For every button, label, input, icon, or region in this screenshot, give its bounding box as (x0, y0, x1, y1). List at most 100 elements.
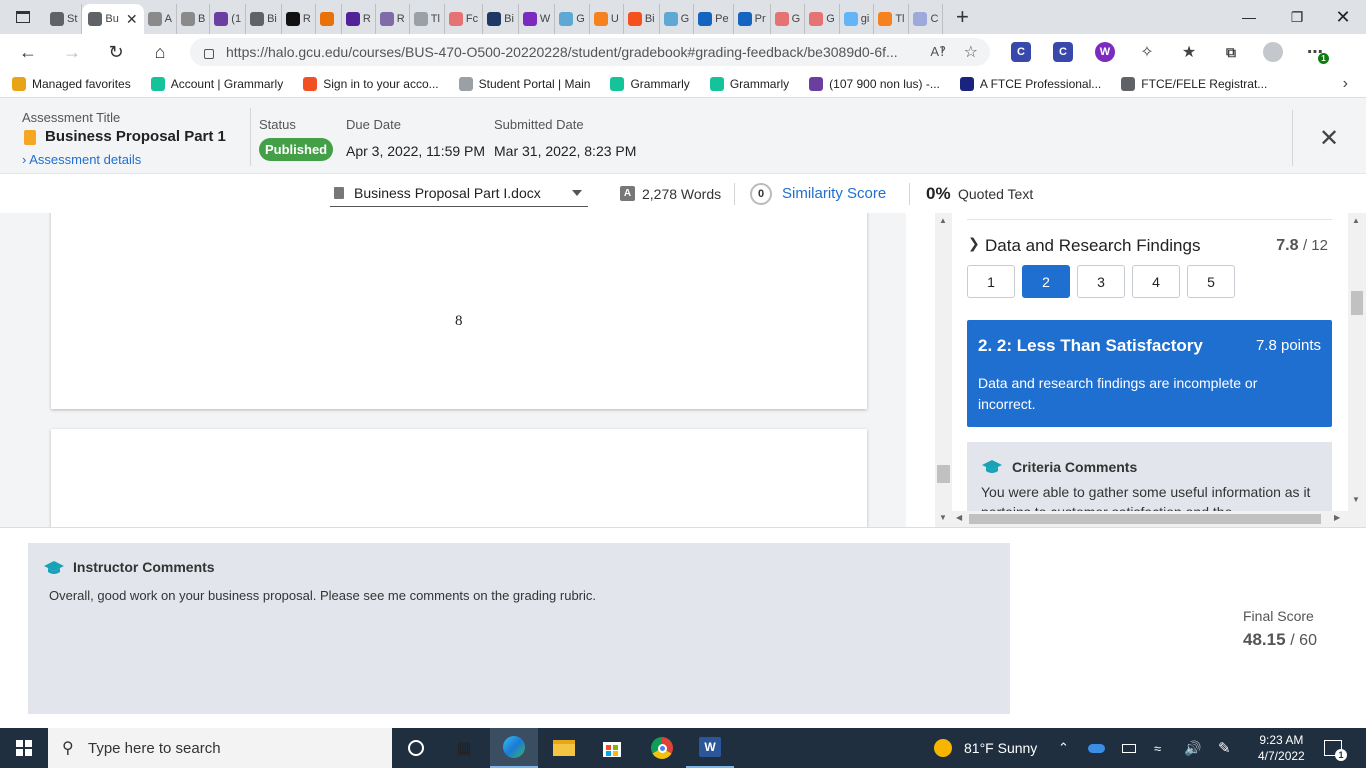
browser-tab[interactable]: G (555, 4, 590, 34)
windows-start-icon[interactable] (0, 728, 48, 768)
favorites-icon[interactable]: ★ (1179, 42, 1199, 62)
file-selector-dropdown[interactable]: Business Proposal Part I.docx (330, 180, 588, 207)
criterion-title[interactable]: Data and Research Findings (985, 236, 1200, 256)
chevron-right-icon[interactable]: ❯ (968, 235, 980, 252)
chrome-icon[interactable] (638, 728, 686, 768)
cortana-icon[interactable] (392, 728, 440, 768)
volume-icon[interactable]: 🔊 (1184, 728, 1201, 768)
restore-icon[interactable]: ❐ (1274, 0, 1320, 34)
scroll-thumb[interactable] (969, 514, 1321, 524)
document-scrollbar[interactable]: ▲ ▼ (935, 213, 952, 527)
bookmark-item[interactable]: A FTCE Professional... (959, 76, 1101, 91)
bookmarks-overflow-icon[interactable]: › (1343, 75, 1348, 93)
extension-c-icon[interactable]: C (1011, 42, 1031, 62)
taskbar-search-input[interactable]: ⚲ Type here to search (48, 728, 392, 768)
browser-tab[interactable]: Tl (874, 4, 910, 34)
extensions-puzzle-icon[interactable]: ✧ (1137, 42, 1157, 62)
rubric-level-button[interactable]: 4 (1132, 265, 1180, 298)
weather-widget[interactable]: 81°F Sunny (934, 728, 1037, 768)
scroll-right-icon[interactable]: ▶ (1334, 513, 1340, 522)
extension-c2-icon[interactable]: C (1053, 42, 1073, 62)
close-window-icon[interactable]: ✕ (1320, 0, 1366, 34)
back-icon[interactable]: ← (6, 34, 50, 70)
edge-taskbar-icon[interactable] (490, 728, 538, 768)
clock[interactable]: 9:23 AM 4/7/2022 (1258, 728, 1305, 768)
show-hidden-icons[interactable]: ⌃ (1058, 728, 1069, 768)
rubric-level-button[interactable]: 1 (967, 265, 1015, 298)
bookmark-item[interactable]: Account | Grammarly (150, 76, 284, 91)
notifications-icon[interactable]: 1 (1324, 728, 1347, 768)
browser-tab[interactable]: R (376, 4, 410, 34)
rubric-level-button[interactable]: 5 (1187, 265, 1235, 298)
browser-tab[interactable]: Tl (410, 4, 445, 34)
browser-tab[interactable]: G (805, 4, 840, 34)
scroll-up-icon[interactable]: ▲ (939, 216, 947, 225)
store-icon[interactable] (588, 728, 636, 768)
browser-tab[interactable]: A (144, 4, 177, 34)
battery-icon[interactable] (1122, 728, 1136, 768)
extension-w-icon[interactable]: W (1095, 42, 1115, 62)
rubric-level-button[interactable]: 3 (1077, 265, 1125, 298)
settings-more-icon[interactable]: ⋯ 1 (1305, 42, 1329, 64)
browser-tab[interactable]: (1 (210, 4, 247, 34)
close-icon[interactable]: ✕ (1319, 124, 1339, 153)
bookmark-item[interactable]: Managed favorites (12, 76, 131, 91)
address-bar[interactable]: https://halo.gcu.edu/courses/BUS-470-O50… (190, 38, 990, 66)
rubric-scrollbar[interactable]: ▲ ▼ (1348, 213, 1366, 527)
pen-icon[interactable]: ✎ (1218, 728, 1231, 768)
task-view-icon[interactable]: ▦ (440, 728, 488, 768)
browser-tab[interactable]: B (177, 4, 211, 34)
profile-avatar[interactable] (1263, 42, 1283, 62)
browser-tab[interactable]: Pe (694, 4, 734, 34)
scroll-thumb[interactable] (937, 465, 950, 483)
browser-tab[interactable]: R (342, 4, 376, 34)
bookmark-item[interactable]: Grammarly (610, 76, 690, 91)
word-icon[interactable]: W (686, 728, 734, 768)
rubric-horizontal-scrollbar[interactable]: ◀ ▶ (952, 511, 1348, 527)
assessment-details-link[interactable]: › Assessment details (22, 152, 141, 167)
bookmark-item[interactable]: (107 900 non lus) -... (809, 76, 940, 91)
scroll-thumb[interactable] (1351, 291, 1363, 315)
browser-tab[interactable]: Bi (624, 4, 660, 34)
file-explorer-icon[interactable] (540, 728, 588, 768)
scroll-down-icon[interactable]: ▼ (939, 513, 947, 522)
browser-tab[interactable]: Bi (246, 4, 282, 34)
tab-actions-icon[interactable] (0, 0, 46, 34)
url-text: https://halo.gcu.edu/courses/BUS-470-O50… (226, 44, 898, 60)
refresh-icon[interactable]: ↻ (94, 34, 138, 70)
rubric-level-button[interactable]: 2 (1022, 265, 1070, 298)
similarity-score-link[interactable]: Similarity Score (782, 185, 886, 202)
document-viewer[interactable]: 8 (0, 213, 906, 527)
browser-tab[interactable]: C (909, 4, 944, 34)
close-tab-icon[interactable]: ✕ (126, 11, 138, 28)
scroll-down-icon[interactable]: ▼ (1352, 495, 1360, 504)
browser-tab[interactable]: St (46, 4, 83, 34)
forward-icon[interactable]: → (50, 34, 94, 70)
read-aloud-icon[interactable]: A‽ (930, 44, 946, 60)
browser-tab[interactable]: Bu ✕ (82, 4, 144, 34)
minimize-icon[interactable]: — (1226, 0, 1272, 34)
browser-tab[interactable]: U (590, 4, 624, 34)
bookmark-item[interactable]: Student Portal | Main (458, 76, 590, 91)
scroll-up-icon[interactable]: ▲ (1352, 216, 1360, 225)
onedrive-icon[interactable] (1088, 728, 1105, 768)
bookmark-label: Account | Grammarly (170, 76, 284, 91)
bookmark-item[interactable]: Grammarly (709, 76, 789, 91)
new-tab-button[interactable]: + (947, 4, 977, 30)
collections-icon[interactable]: ⧉ (1221, 42, 1241, 62)
browser-tab[interactable]: W (519, 4, 556, 34)
browser-tab[interactable]: Pr (734, 4, 771, 34)
browser-tab[interactable]: gi (840, 4, 875, 34)
wifi-icon[interactable]: ≈ (1154, 728, 1161, 768)
browser-tab[interactable]: R (282, 4, 316, 34)
bookmark-item[interactable]: Sign in to your acco... (303, 76, 439, 91)
browser-tab[interactable]: G (660, 4, 695, 34)
scroll-left-icon[interactable]: ◀ (956, 513, 962, 522)
home-icon[interactable]: ⌂ (138, 34, 182, 70)
bookmark-item[interactable]: FTCE/FELE Registrat... (1121, 76, 1267, 91)
browser-tab[interactable]: Fc (445, 4, 484, 34)
favorite-star-icon[interactable]: ☆ (964, 42, 978, 62)
browser-tab[interactable]: Bi (483, 4, 519, 34)
browser-tab[interactable]: G (771, 4, 806, 34)
browser-tab[interactable] (316, 4, 342, 34)
